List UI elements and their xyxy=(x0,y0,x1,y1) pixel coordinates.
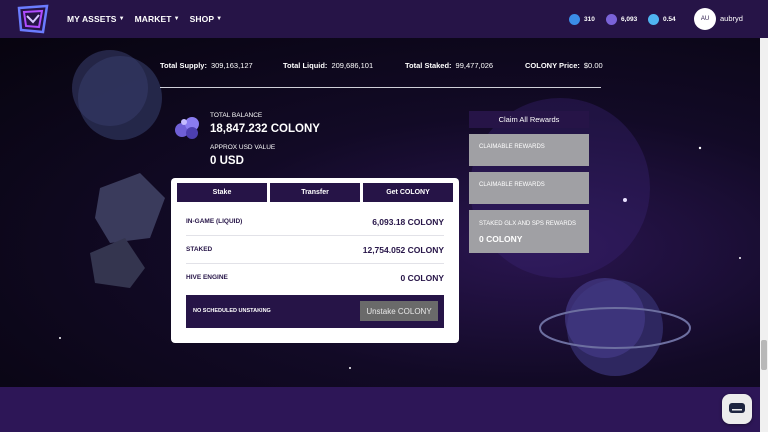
claim-all-rewards-button[interactable]: Claim All Rewards xyxy=(469,111,589,128)
claimable-rewards-box: CLAIMABLE REWARDS xyxy=(469,172,589,204)
total-staked-value: 99,477,026 xyxy=(455,61,494,70)
colony-price: COLONY Price: $0.00 xyxy=(525,61,603,70)
chat-bubble-icon xyxy=(729,403,745,413)
total-staked-label: Total Staked: xyxy=(405,61,452,70)
reward-label: STAKED GLX AND SPS REWARDS xyxy=(479,221,577,227)
total-supply-label: Total Supply: xyxy=(160,61,207,70)
row-label: IN-GAME (LIQUID) xyxy=(186,218,243,225)
total-liquid: Total Liquid: 209,686,101 xyxy=(283,61,373,70)
unstake-button[interactable]: Unstake COLONY xyxy=(360,301,438,321)
claim-all-label: Claim All Rewards xyxy=(498,115,560,124)
divider xyxy=(160,87,601,88)
scrollbar-thumb[interactable] xyxy=(761,340,767,370)
stat-rocket-value: 0.54 xyxy=(663,15,676,23)
menu-my-assets[interactable]: MY ASSETS ▼ xyxy=(67,14,125,24)
scrollbar[interactable] xyxy=(760,38,768,432)
balance-row-in-game: IN-GAME (LIQUID) 6,093.18 COLONY xyxy=(186,208,444,236)
footer-band xyxy=(0,387,760,432)
chevron-down-icon: ▼ xyxy=(173,16,180,22)
row-value: 0 COLONY xyxy=(400,273,444,283)
tab-get-colony[interactable]: Get COLONY xyxy=(363,183,453,202)
balance-row-hive-engine: HIVE ENGINE 0 COLONY xyxy=(186,264,444,292)
total-supply-value: 309,163,127 xyxy=(210,61,253,70)
unstake-button-label: Unstake COLONY xyxy=(366,306,432,316)
colony-coins-icon xyxy=(175,117,199,139)
tab-stake[interactable]: Stake xyxy=(177,183,267,202)
usd-value-label: APPROX USD VALUE xyxy=(210,144,276,151)
row-value: 12,754.052 COLONY xyxy=(362,245,444,255)
top-navbar: MY ASSETS ▼ MARKET ▼ SHOP ▼ 310 6,093 0.… xyxy=(0,0,768,38)
colony-logo-icon[interactable] xyxy=(15,4,51,34)
reward-label: CLAIMABLE REWARDS xyxy=(479,182,545,188)
tab-transfer-label: Transfer xyxy=(301,189,329,196)
unstaking-panel: NO SCHEDULED UNSTAKING Unstake COLONY xyxy=(186,295,444,328)
tab-transfer[interactable]: Transfer xyxy=(270,183,360,202)
usd-value: 0 USD xyxy=(210,155,244,167)
colony-token-icon xyxy=(606,13,617,25)
chat-button[interactable] xyxy=(722,394,752,424)
row-value: 6,093.18 COLONY xyxy=(372,217,444,227)
stat-rocket: 0.54 xyxy=(648,12,676,26)
chevron-down-icon: ▼ xyxy=(118,16,125,22)
row-label: STAKED xyxy=(186,246,213,253)
menu-market[interactable]: MARKET ▼ xyxy=(135,14,180,24)
stat-spark-value: 310 xyxy=(584,15,595,23)
avatar[interactable]: AU xyxy=(694,8,716,30)
total-balance-value: 18,847.232 COLONY xyxy=(210,123,320,135)
tab-get-colony-label: Get COLONY xyxy=(386,189,430,196)
balance-card: Stake Transfer Get COLONY IN-GAME (LIQUI… xyxy=(171,178,459,343)
main-menu: MY ASSETS ▼ MARKET ▼ SHOP ▼ xyxy=(67,0,222,38)
stat-colony-value: 6,093 xyxy=(621,15,638,23)
menu-shop[interactable]: SHOP ▼ xyxy=(190,14,223,24)
menu-shop-label: SHOP xyxy=(189,14,215,24)
reward-value: 0 COLONY xyxy=(479,234,523,244)
menu-my-assets-label: MY ASSETS xyxy=(67,14,117,24)
total-staked: Total Staked: 99,477,026 xyxy=(405,61,493,70)
chevron-down-icon: ▼ xyxy=(216,16,223,22)
balance-row-staked: STAKED 12,754.052 COLONY xyxy=(186,236,444,264)
staked-rewards-box: STAKED GLX AND SPS REWARDS 0 COLONY xyxy=(469,210,589,253)
tab-stake-label: Stake xyxy=(212,189,232,196)
total-supply: Total Supply: 309,163,127 xyxy=(160,61,253,70)
unstaking-status: NO SCHEDULED UNSTAKING xyxy=(193,308,271,314)
menu-market-label: MARKET xyxy=(134,14,172,24)
claimable-rewards-box: CLAIMABLE REWARDS xyxy=(469,134,589,166)
stat-spark: 310 xyxy=(569,12,595,26)
rocket-icon xyxy=(648,13,659,25)
colony-price-value: $0.00 xyxy=(583,61,603,70)
total-liquid-value: 209,686,101 xyxy=(331,61,374,70)
row-label: HIVE ENGINE xyxy=(186,274,228,281)
reward-label: CLAIMABLE REWARDS xyxy=(479,144,545,150)
avatar-initials: AU xyxy=(700,16,710,22)
username[interactable]: aubryd xyxy=(720,14,743,23)
colony-price-label: COLONY Price: xyxy=(525,61,580,70)
stat-colony: 6,093 xyxy=(606,12,637,26)
total-balance-label: TOTAL BALANCE xyxy=(210,112,263,119)
spark-icon xyxy=(569,13,580,25)
total-liquid-label: Total Liquid: xyxy=(283,61,328,70)
